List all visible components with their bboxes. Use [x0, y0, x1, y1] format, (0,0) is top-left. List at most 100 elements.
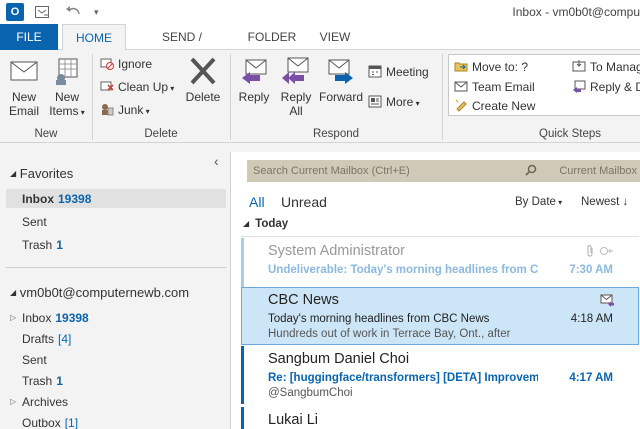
message-preview: Hundreds out of work in Terrace Bay, Ont…	[268, 328, 511, 340]
forward-icon	[325, 56, 357, 86]
expand-triangle-icon: ◢	[10, 288, 17, 297]
team-email-label: Team Email	[472, 80, 535, 94]
flag-icon[interactable]	[599, 244, 615, 261]
folder-label: Archives	[22, 395, 69, 409]
customize-quick-access-icon[interactable]: ▾	[94, 7, 99, 23]
ignore-label: Ignore	[118, 57, 153, 71]
new-email-button[interactable]: New Email	[4, 56, 44, 118]
tab-view[interactable]: VIEW	[310, 24, 360, 50]
quick-step-create-new[interactable]: Create New	[454, 98, 535, 114]
reply-delete-icon	[572, 79, 586, 93]
meeting-label: Meeting	[386, 65, 429, 79]
delete-icon	[187, 56, 219, 86]
folder-label: Sent	[22, 215, 47, 229]
message-time: 4:17 AM	[569, 372, 613, 384]
group-label: Today	[255, 218, 289, 230]
new-items-button[interactable]: New Items ▾	[46, 56, 88, 120]
group-header-today[interactable]: ◢ Today	[243, 218, 639, 238]
to-manager-label: To Manag	[590, 60, 640, 74]
more-respond-button[interactable]: More ▾	[368, 94, 420, 112]
folder-drafts[interactable]: Drafts [4]	[22, 332, 71, 346]
send-receive-all-icon[interactable]	[34, 4, 50, 20]
new-items-label-1: New	[54, 90, 79, 104]
junk-label: Junk	[118, 103, 144, 117]
account-header[interactable]: ◢ vm0b0t@computernewb.com	[10, 285, 189, 300]
ribbon-separator	[92, 54, 93, 140]
clean-up-icon	[100, 79, 114, 93]
message-sender: System Administrator	[268, 243, 405, 259]
new-email-label-2: Email	[8, 104, 39, 118]
message-row[interactable]: Sangbum Daniel Choi Re: [huggingface/tra…	[241, 346, 639, 404]
reply-delete-label: Reply & D	[590, 80, 640, 94]
new-email-icon	[8, 56, 40, 86]
reply-button[interactable]: Reply	[236, 56, 272, 104]
ribbon-tabs: FILE HOME SEND / RECEIVE FOLDER VIEW	[0, 24, 640, 70]
favorites-header[interactable]: ◢ Favorites	[10, 166, 73, 181]
quick-step-to-manager[interactable]: To Manag	[572, 59, 640, 75]
tab-send-receive[interactable]: SEND / RECEIVE	[134, 24, 230, 70]
sort-order-label: Newest	[581, 196, 620, 208]
undo-icon[interactable]	[64, 4, 82, 20]
message-time: 7:30 AM	[569, 264, 613, 276]
unread-count: 19398	[55, 311, 89, 325]
quick-step-move-to[interactable]: Move to: ?	[454, 59, 528, 75]
new-items-label-2: Items	[49, 104, 79, 118]
folder-sent[interactable]: Sent	[22, 353, 47, 367]
clean-up-label: Clean Up	[118, 80, 169, 94]
folder-archives[interactable]: ▷ Archives	[10, 395, 69, 409]
folder-label: Trash	[22, 238, 53, 252]
junk-icon	[100, 102, 114, 116]
expand-arrow-icon[interactable]: ▷	[10, 397, 16, 406]
dropdown-arrow-icon: ▾	[78, 108, 85, 117]
move-to-folder-icon	[454, 59, 468, 73]
search-input[interactable]: Search Current Mailbox (Ctrl+E)	[253, 165, 410, 177]
favorite-trash[interactable]: Trash 1	[22, 238, 63, 252]
quick-step-team-email[interactable]: Team Email	[454, 79, 535, 95]
sort-order-toggle[interactable]: Newest ↓	[581, 196, 628, 208]
meeting-button[interactable]: Meeting	[368, 64, 429, 80]
outlook-app-icon[interactable]: O	[6, 3, 24, 21]
message-row[interactable]: Lukai Li	[241, 407, 639, 429]
message-row-selected[interactable]: CBC News Today's morning headlines from …	[241, 287, 639, 345]
delete-label: Delete	[185, 90, 221, 104]
collapse-pane-icon[interactable]: ‹	[214, 153, 219, 169]
to-manager-icon	[572, 59, 586, 73]
forward-button[interactable]: Forward	[318, 56, 364, 104]
sort-by-label: By Date	[515, 196, 556, 208]
folder-label: Trash	[22, 374, 53, 388]
ignore-button[interactable]: Ignore	[100, 56, 152, 72]
sort-by-dropdown[interactable]: By Date ▾	[515, 196, 562, 208]
search-icon[interactable]	[525, 164, 537, 176]
reply-all-button[interactable]: Reply All	[278, 56, 314, 118]
expand-arrow-icon[interactable]: ▷	[10, 313, 16, 322]
folder-inbox[interactable]: ▷ Inbox 19398	[10, 311, 89, 325]
message-subject: Today's morning headlines from CBC News	[268, 313, 490, 325]
reply-label: Reply	[238, 90, 270, 104]
folder-trash[interactable]: Trash 1	[22, 374, 63, 388]
message-subject: Undeliverable: Today's morning headlines…	[268, 264, 538, 276]
clean-up-button[interactable]: Clean Up ▾	[100, 79, 174, 97]
tab-folder[interactable]: FOLDER	[242, 24, 302, 50]
junk-button[interactable]: Junk ▾	[100, 102, 150, 120]
unread-count: 1	[56, 374, 63, 388]
message-list: Search Current Mailbox (Ctrl+E) Current …	[230, 152, 640, 429]
reply-all-icon	[280, 56, 312, 86]
ignore-icon	[100, 56, 114, 70]
ribbon: New Email New Items ▾ New Ignore Clean U…	[0, 50, 640, 143]
folder-outbox[interactable]: Outbox [1]	[22, 416, 78, 429]
tab-home[interactable]: HOME	[62, 24, 126, 51]
window-title: Inbox - vm0b0t@compu	[512, 5, 640, 19]
team-email-icon	[454, 79, 468, 93]
filter-unread[interactable]: Unread	[281, 194, 327, 210]
delete-button[interactable]: Delete	[182, 56, 224, 104]
move-to-label: Move to: ?	[472, 60, 529, 74]
reply-all-label-2: All	[289, 104, 303, 118]
favorite-sent[interactable]: Sent	[22, 215, 47, 229]
favorite-inbox[interactable]: Inbox 19398	[22, 192, 91, 206]
message-sender: Sangbum Daniel Choi	[268, 351, 410, 367]
search-scope-dropdown[interactable]: Current Mailbox	[559, 165, 637, 177]
filter-all[interactable]: All	[249, 194, 265, 210]
quick-step-reply-delete[interactable]: Reply & D	[572, 79, 640, 95]
tab-file[interactable]: FILE	[0, 24, 58, 50]
search-box[interactable]: Search Current Mailbox (Ctrl+E) Current …	[247, 160, 640, 182]
